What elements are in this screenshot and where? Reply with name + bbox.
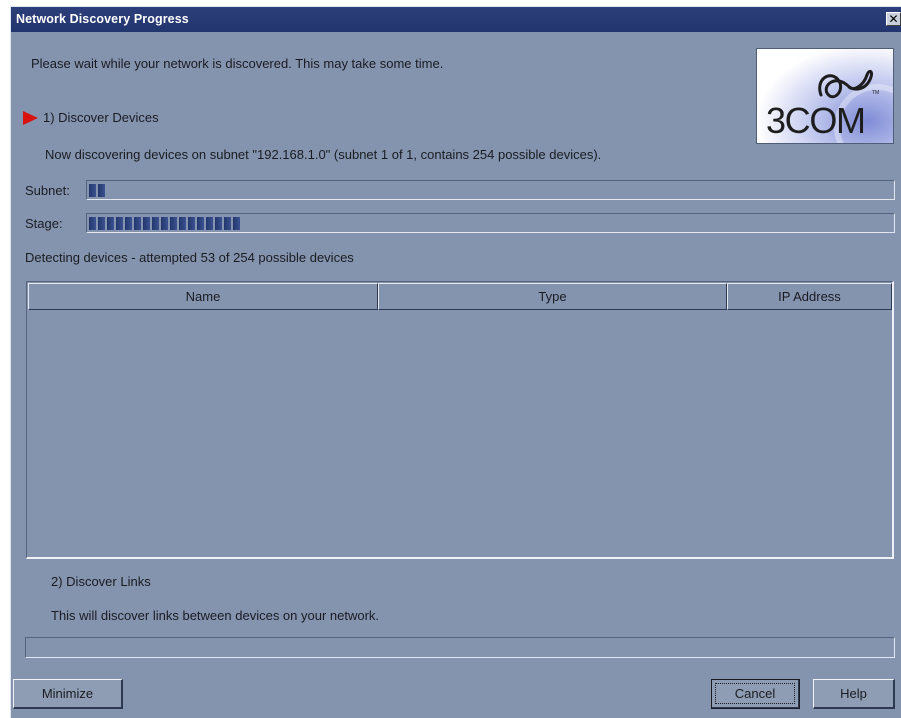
3com-logo-icon: TM 3COM bbox=[756, 48, 894, 144]
progress-segment bbox=[161, 217, 168, 230]
step1-status-text: Now discovering devices on subnet "192.1… bbox=[45, 147, 602, 162]
subnet-progress-bar bbox=[86, 180, 895, 200]
column-header-ip-address[interactable]: IP Address bbox=[727, 283, 892, 310]
progress-segment bbox=[116, 217, 123, 230]
title-bar[interactable]: Network Discovery Progress ✕ bbox=[11, 7, 901, 32]
progress-segment bbox=[134, 217, 141, 230]
step2-label: 2) Discover Links bbox=[51, 574, 151, 589]
step1-label: 1) Discover Devices bbox=[43, 110, 159, 125]
subnet-label: Subnet: bbox=[25, 183, 70, 198]
progress-segment bbox=[206, 217, 213, 230]
progress-segment bbox=[233, 217, 240, 230]
progress-segment bbox=[89, 217, 96, 230]
progress-segment bbox=[224, 217, 231, 230]
window-title: Network Discovery Progress bbox=[16, 12, 189, 26]
stage-progress-bar bbox=[86, 213, 895, 233]
progress-segment bbox=[125, 217, 132, 230]
minimize-button[interactable]: Minimize bbox=[13, 679, 123, 709]
progress-segment bbox=[107, 217, 114, 230]
svg-text:TM: TM bbox=[872, 90, 879, 96]
column-header-type[interactable]: Type bbox=[378, 283, 727, 310]
detect-status-text: Detecting devices - attempted 53 of 254 … bbox=[25, 250, 354, 265]
devices-table[interactable]: Name Type IP Address bbox=[26, 281, 894, 559]
progress-segment bbox=[197, 217, 204, 230]
close-icon[interactable]: ✕ bbox=[886, 12, 901, 26]
progress-segment bbox=[179, 217, 186, 230]
stage-progress-fill bbox=[89, 217, 242, 230]
subnet-progress-fill bbox=[89, 184, 107, 197]
progress-segment bbox=[98, 184, 105, 197]
step2-description: This will discover links between devices… bbox=[51, 608, 380, 623]
progress-segment bbox=[215, 217, 222, 230]
progress-segment bbox=[170, 217, 177, 230]
logo-text: 3COM bbox=[766, 100, 866, 141]
right-arrow-icon bbox=[23, 111, 38, 125]
stage-label: Stage: bbox=[25, 216, 63, 231]
discovery-window: Network Discovery Progress ✕ Please wait… bbox=[10, 6, 901, 718]
cancel-button-label: Cancel bbox=[715, 683, 795, 704]
progress-segment bbox=[152, 217, 159, 230]
column-header-name[interactable]: Name bbox=[28, 283, 378, 310]
progress-segment bbox=[188, 217, 195, 230]
progress-segment bbox=[89, 184, 96, 197]
intro-text: Please wait while your network is discov… bbox=[31, 56, 444, 71]
cancel-button[interactable]: Cancel bbox=[711, 679, 800, 709]
progress-segment bbox=[143, 217, 150, 230]
progress-segment bbox=[98, 217, 105, 230]
help-button[interactable]: Help bbox=[813, 679, 895, 709]
links-progress-bar bbox=[25, 637, 895, 658]
